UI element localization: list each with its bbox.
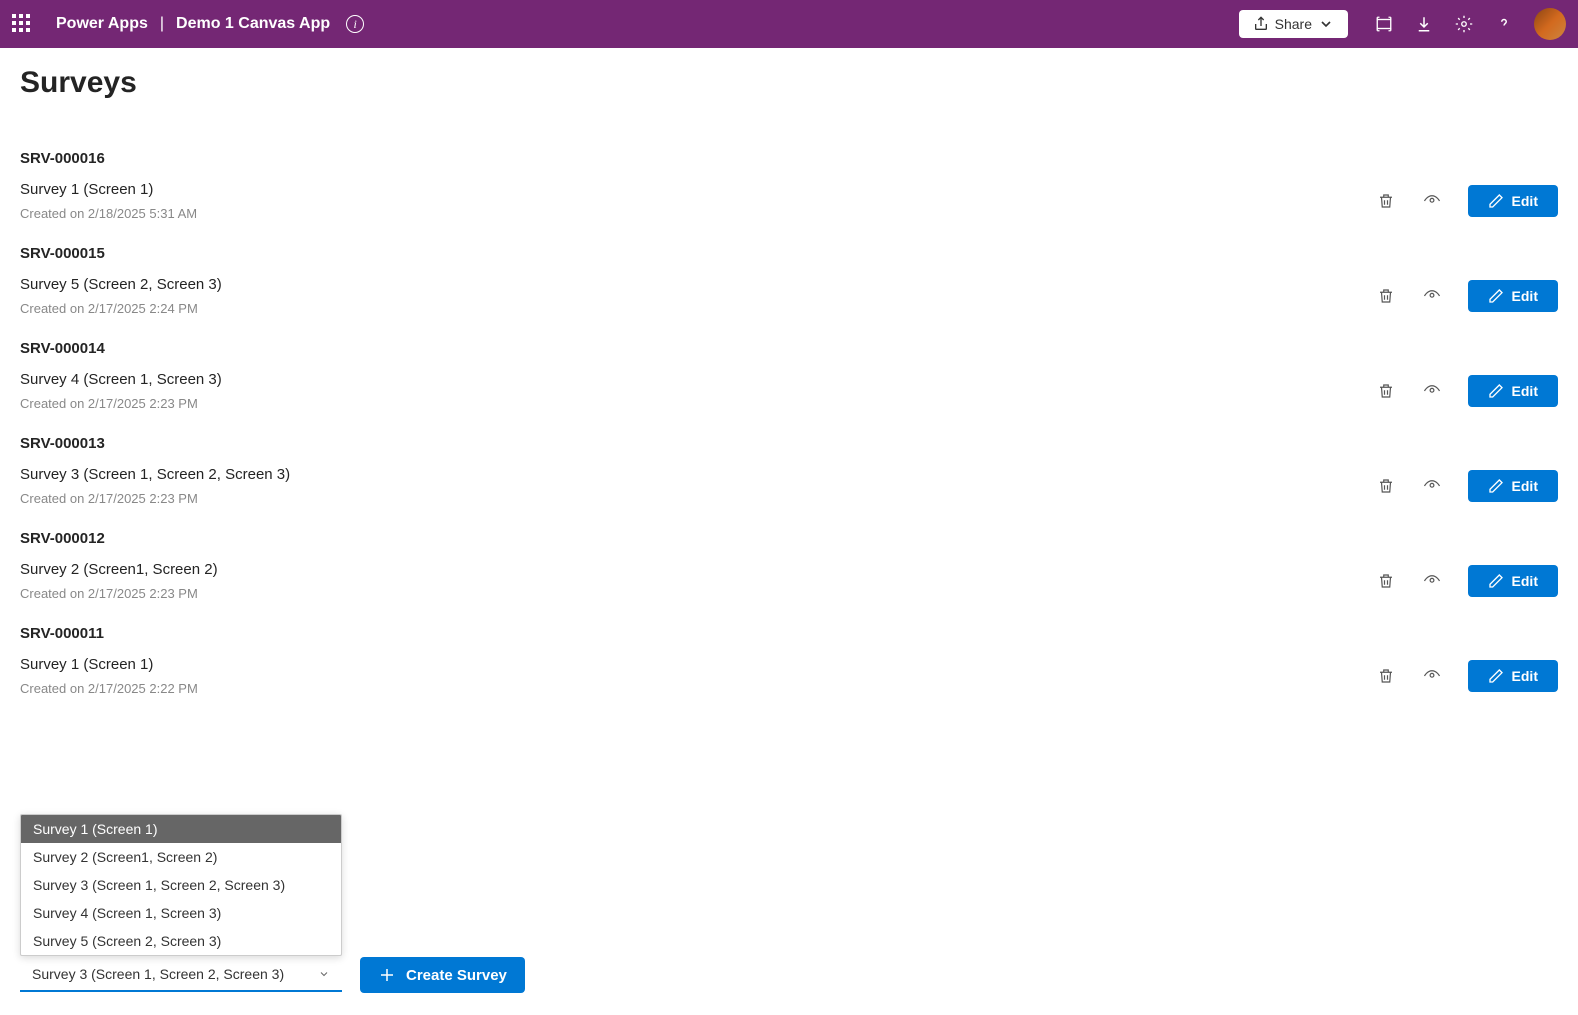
survey-id: SRV-000015 [20, 245, 1558, 262]
avatar[interactable] [1534, 8, 1566, 40]
survey-name: Survey 2 (Screen1, Screen 2) [20, 561, 1376, 578]
edit-button[interactable]: Edit [1468, 375, 1558, 407]
edit-button[interactable]: Edit [1468, 280, 1558, 312]
preview-icon[interactable] [1422, 381, 1442, 401]
share-label: Share [1275, 16, 1312, 32]
fit-screen-icon[interactable] [1364, 4, 1404, 44]
survey-id: SRV-000012 [20, 530, 1558, 547]
survey-type-dropdown-wrapper: Survey 1 (Screen 1)Survey 2 (Screen1, Sc… [20, 958, 342, 992]
survey-item: SRV-000011 Survey 1 (Screen 1) Created o… [20, 625, 1558, 696]
survey-item: SRV-000013 Survey 3 (Screen 1, Screen 2,… [20, 435, 1558, 506]
edit-button[interactable]: Edit [1468, 660, 1558, 692]
dropdown-options: Survey 1 (Screen 1)Survey 2 (Screen1, Sc… [20, 814, 342, 956]
app-name[interactable]: Power Apps [56, 15, 148, 33]
pencil-icon [1488, 288, 1504, 304]
pencil-icon [1488, 573, 1504, 589]
create-survey-button[interactable]: Create Survey [360, 957, 525, 993]
preview-icon[interactable] [1422, 571, 1442, 591]
survey-id: SRV-000014 [20, 340, 1558, 357]
share-icon [1253, 16, 1269, 32]
delete-icon[interactable] [1376, 666, 1396, 686]
dropdown-option[interactable]: Survey 3 (Screen 1, Screen 2, Screen 3) [21, 871, 341, 899]
settings-icon[interactable] [1444, 4, 1484, 44]
help-icon[interactable] [1484, 4, 1524, 44]
survey-name: Survey 1 (Screen 1) [20, 656, 1376, 673]
preview-icon[interactable] [1422, 666, 1442, 686]
edit-button[interactable]: Edit [1468, 470, 1558, 502]
content-area: Surveys SRV-000016 Survey 1 (Screen 1) C… [0, 48, 1578, 738]
edit-button[interactable]: Edit [1468, 185, 1558, 217]
page-title: Surveys [20, 66, 1558, 100]
dropdown-option[interactable]: Survey 1 (Screen 1) [21, 815, 341, 843]
survey-name: Survey 4 (Screen 1, Screen 3) [20, 371, 1376, 388]
survey-item: SRV-000015 Survey 5 (Screen 2, Screen 3)… [20, 245, 1558, 316]
preview-icon[interactable] [1422, 286, 1442, 306]
create-label: Create Survey [406, 967, 507, 984]
survey-name: Survey 1 (Screen 1) [20, 181, 1376, 198]
preview-icon[interactable] [1422, 476, 1442, 496]
pencil-icon [1488, 193, 1504, 209]
survey-created: Created on 2/17/2025 2:24 PM [20, 301, 1376, 316]
survey-created: Created on 2/17/2025 2:23 PM [20, 586, 1376, 601]
survey-name: Survey 3 (Screen 1, Screen 2, Screen 3) [20, 466, 1376, 483]
dropdown-option[interactable]: Survey 5 (Screen 2, Screen 3) [21, 927, 341, 955]
edit-label: Edit [1512, 383, 1538, 399]
header-title: Power Apps | Demo 1 Canvas App [56, 15, 330, 33]
edit-label: Edit [1512, 668, 1538, 684]
preview-icon[interactable] [1422, 191, 1442, 211]
edit-label: Edit [1512, 478, 1538, 494]
pencil-icon [1488, 383, 1504, 399]
download-icon[interactable] [1404, 4, 1444, 44]
app-header: Power Apps | Demo 1 Canvas App i Share [0, 0, 1578, 48]
plus-icon [378, 966, 396, 984]
title-divider: | [160, 15, 164, 33]
pencil-icon [1488, 668, 1504, 684]
survey-id: SRV-000013 [20, 435, 1558, 452]
edit-label: Edit [1512, 288, 1538, 304]
waffle-icon[interactable] [12, 14, 32, 34]
survey-item: SRV-000012 Survey 2 (Screen1, Screen 2) … [20, 530, 1558, 601]
survey-item: SRV-000016 Survey 1 (Screen 1) Created o… [20, 150, 1558, 221]
delete-icon[interactable] [1376, 191, 1396, 211]
share-button[interactable]: Share [1239, 10, 1348, 38]
dropdown-selected-value: Survey 3 (Screen 1, Screen 2, Screen 3) [32, 966, 284, 982]
survey-created: Created on 2/17/2025 2:23 PM [20, 491, 1376, 506]
delete-icon[interactable] [1376, 476, 1396, 496]
delete-icon[interactable] [1376, 571, 1396, 591]
delete-icon[interactable] [1376, 381, 1396, 401]
survey-created: Created on 2/18/2025 5:31 AM [20, 206, 1376, 221]
chevron-down-icon [1318, 16, 1334, 32]
edit-button[interactable]: Edit [1468, 565, 1558, 597]
pencil-icon [1488, 478, 1504, 494]
survey-name: Survey 5 (Screen 2, Screen 3) [20, 276, 1376, 293]
survey-created: Created on 2/17/2025 2:23 PM [20, 396, 1376, 411]
survey-created: Created on 2/17/2025 2:22 PM [20, 681, 1376, 696]
survey-list: SRV-000016 Survey 1 (Screen 1) Created o… [20, 150, 1558, 696]
dropdown-option[interactable]: Survey 4 (Screen 1, Screen 3) [21, 899, 341, 927]
survey-item: SRV-000014 Survey 4 (Screen 1, Screen 3)… [20, 340, 1558, 411]
edit-label: Edit [1512, 193, 1538, 209]
info-icon[interactable]: i [346, 15, 364, 33]
survey-type-dropdown[interactable]: Survey 3 (Screen 1, Screen 2, Screen 3) [20, 958, 342, 992]
survey-id: SRV-000011 [20, 625, 1558, 642]
chevron-down-icon [318, 968, 330, 980]
edit-label: Edit [1512, 573, 1538, 589]
dropdown-option[interactable]: Survey 2 (Screen1, Screen 2) [21, 843, 341, 871]
app-title: Demo 1 Canvas App [176, 15, 330, 33]
bottom-bar: Survey 1 (Screen 1)Survey 2 (Screen1, Sc… [20, 957, 525, 993]
survey-id: SRV-000016 [20, 150, 1558, 167]
delete-icon[interactable] [1376, 286, 1396, 306]
